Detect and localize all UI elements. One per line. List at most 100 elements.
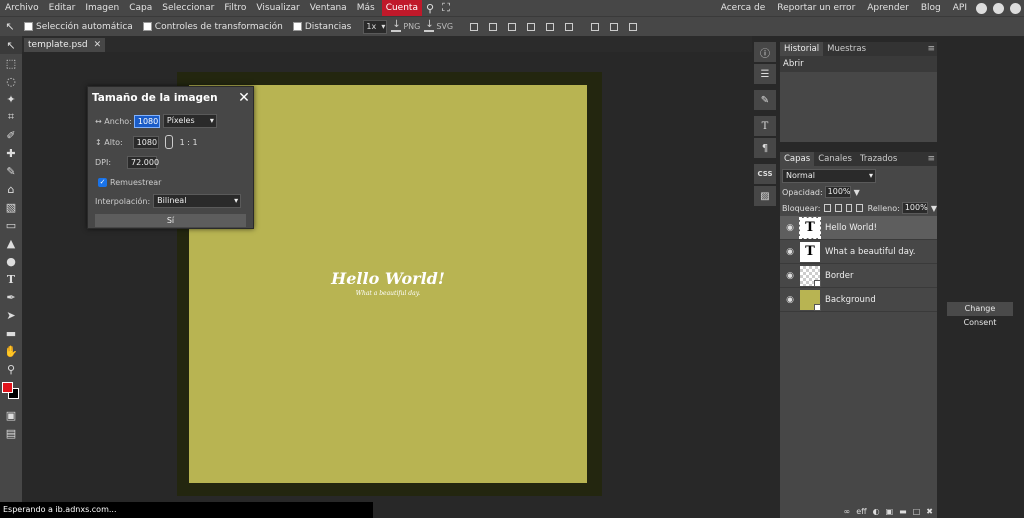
menu-seleccionar[interactable]: Seleccionar: [157, 0, 219, 16]
transform-controls-checkbox[interactable]: Controles de transformación: [142, 22, 283, 32]
tab-capas[interactable]: Capas: [780, 152, 815, 166]
link-chain-icon[interactable]: [164, 135, 173, 149]
search-icon[interactable]: ⚲: [422, 0, 438, 16]
menu-editar[interactable]: Editar: [44, 0, 81, 16]
shape-tool-icon[interactable]: ▬: [0, 324, 22, 342]
change-consent-button[interactable]: Change Consent: [947, 302, 1013, 327]
close-icon[interactable]: ✕: [235, 90, 253, 106]
menu-imagen[interactable]: Imagen: [80, 0, 124, 16]
screen-mode-icon[interactable]: ▤: [0, 424, 22, 442]
link-learn[interactable]: Aprender: [861, 0, 915, 16]
distribute-left-icon[interactable]: [588, 20, 602, 34]
color-swatches[interactable]: [0, 380, 22, 406]
auto-select-checkbox[interactable]: Selección automática: [24, 22, 133, 32]
zoom-select[interactable]: 1x: [363, 19, 388, 34]
eyedropper-tool-icon[interactable]: ✐: [0, 126, 22, 144]
lock-transparency-icon[interactable]: [824, 204, 831, 212]
path-select-tool-icon[interactable]: ➤: [0, 306, 22, 324]
quick-mask-icon[interactable]: ▣: [0, 406, 22, 424]
lasso-tool-icon[interactable]: ◌: [0, 72, 22, 90]
properties-icon[interactable]: ☰: [754, 64, 776, 84]
magic-wand-tool-icon[interactable]: ✦: [0, 90, 22, 108]
opacity-dropdown-icon[interactable]: ▼: [854, 188, 860, 197]
layer-row[interactable]: ◉ Background: [780, 288, 937, 312]
twitter-icon[interactable]: [990, 0, 1007, 16]
export-svg-button[interactable]: SVG: [424, 19, 453, 32]
distribute-center-icon[interactable]: [607, 20, 621, 34]
menu-archivo[interactable]: Archivo: [0, 0, 44, 16]
zoom-tool-icon[interactable]: ⚲: [0, 360, 22, 378]
brush-settings-icon[interactable]: ✎: [754, 90, 776, 110]
document-tab[interactable]: template.psd ✕: [24, 38, 106, 52]
export-png-button[interactable]: PNG: [391, 19, 420, 32]
dpi-input[interactable]: 72.000: [127, 155, 159, 169]
layer-row[interactable]: ◉ T Hello World!: [780, 216, 937, 240]
paragraph-icon[interactable]: ¶: [754, 138, 776, 158]
panel-menu-icon[interactable]: ≡: [927, 42, 935, 56]
layer-row[interactable]: ◉ T What a beautiful day.: [780, 240, 937, 264]
foreground-color[interactable]: [2, 382, 13, 393]
css-button[interactable]: CSS: [754, 164, 776, 184]
lock-all-icon[interactable]: [856, 204, 863, 212]
healing-tool-icon[interactable]: ✚: [0, 144, 22, 162]
link-report-bug[interactable]: Reportar un error: [771, 0, 861, 16]
distribute-right-icon[interactable]: [626, 20, 640, 34]
layer-row[interactable]: ◉ Border: [780, 264, 937, 288]
tab-canales[interactable]: Canales: [814, 152, 856, 166]
dodge-tool-icon[interactable]: ●: [0, 252, 22, 270]
info-icon[interactable]: ⓘ: [754, 42, 776, 62]
menu-capa[interactable]: Capa: [124, 0, 157, 16]
stamp-tool-icon[interactable]: ⌂: [0, 180, 22, 198]
new-layer-icon[interactable]: □: [913, 507, 921, 516]
fill-dropdown-icon[interactable]: ▼: [931, 204, 937, 213]
eraser-tool-icon[interactable]: ▧: [0, 198, 22, 216]
adjustment-icon[interactable]: ◐: [873, 507, 880, 516]
link-layers-icon[interactable]: ∞: [844, 507, 851, 516]
hand-tool-icon[interactable]: ✋: [0, 342, 22, 360]
visibility-eye-icon[interactable]: ◉: [782, 295, 798, 305]
crop-tool-icon[interactable]: ⌗: [0, 108, 22, 126]
trash-icon[interactable]: ✖: [926, 507, 933, 516]
interp-select[interactable]: Bilineal: [153, 194, 242, 208]
visibility-eye-icon[interactable]: ◉: [782, 247, 798, 257]
height-input[interactable]: 1080: [132, 135, 159, 149]
menu-filtro[interactable]: Filtro: [219, 0, 251, 16]
lock-pixels-icon[interactable]: [834, 204, 842, 212]
unit-select[interactable]: Píxeles: [162, 114, 217, 128]
folder-icon[interactable]: ▬: [899, 507, 907, 516]
tab-trazados[interactable]: Trazados: [856, 152, 901, 166]
tab-muestras[interactable]: Muestras: [823, 42, 870, 56]
fill-input[interactable]: 100%: [901, 202, 928, 214]
lock-position-icon[interactable]: [845, 204, 853, 212]
align-bottom-icon[interactable]: [562, 20, 576, 34]
text-tool-icon[interactable]: T: [0, 270, 22, 288]
fullscreen-icon[interactable]: ⛶: [438, 0, 454, 16]
opacity-input[interactable]: 100%: [824, 186, 851, 198]
effects-button[interactable]: eff: [856, 507, 866, 516]
tab-historial[interactable]: Historial: [780, 42, 824, 56]
mask-icon[interactable]: ▣: [886, 507, 894, 516]
menu-mas[interactable]: Más: [352, 0, 380, 16]
reddit-icon[interactable]: [973, 0, 990, 16]
align-left-icon[interactable]: [467, 20, 481, 34]
gradient-tool-icon[interactable]: ▭: [0, 216, 22, 234]
menu-ventana[interactable]: Ventana: [305, 0, 352, 16]
marquee-tool-icon[interactable]: ⬚: [0, 54, 22, 72]
ok-button[interactable]: Sí: [95, 214, 246, 227]
image-icon[interactable]: ▨: [754, 186, 776, 206]
align-center-icon[interactable]: [486, 20, 500, 34]
pen-tool-icon[interactable]: ✒: [0, 288, 22, 306]
menu-visualizar[interactable]: Visualizar: [251, 0, 304, 16]
visibility-eye-icon[interactable]: ◉: [782, 271, 798, 281]
character-icon[interactable]: T: [754, 116, 776, 136]
align-middle-icon[interactable]: [543, 20, 557, 34]
align-right-icon[interactable]: [505, 20, 519, 34]
history-item[interactable]: Abrir: [780, 56, 937, 72]
blur-tool-icon[interactable]: ▲: [0, 234, 22, 252]
link-api[interactable]: API: [947, 0, 973, 16]
panel-menu-icon[interactable]: ≡: [927, 152, 935, 166]
resample-checkbox[interactable]: ✓ Remuestrear: [88, 175, 253, 189]
account-button[interactable]: Cuenta: [381, 0, 422, 16]
visibility-eye-icon[interactable]: ◉: [782, 223, 798, 233]
brush-tool-icon[interactable]: ✎: [0, 162, 22, 180]
